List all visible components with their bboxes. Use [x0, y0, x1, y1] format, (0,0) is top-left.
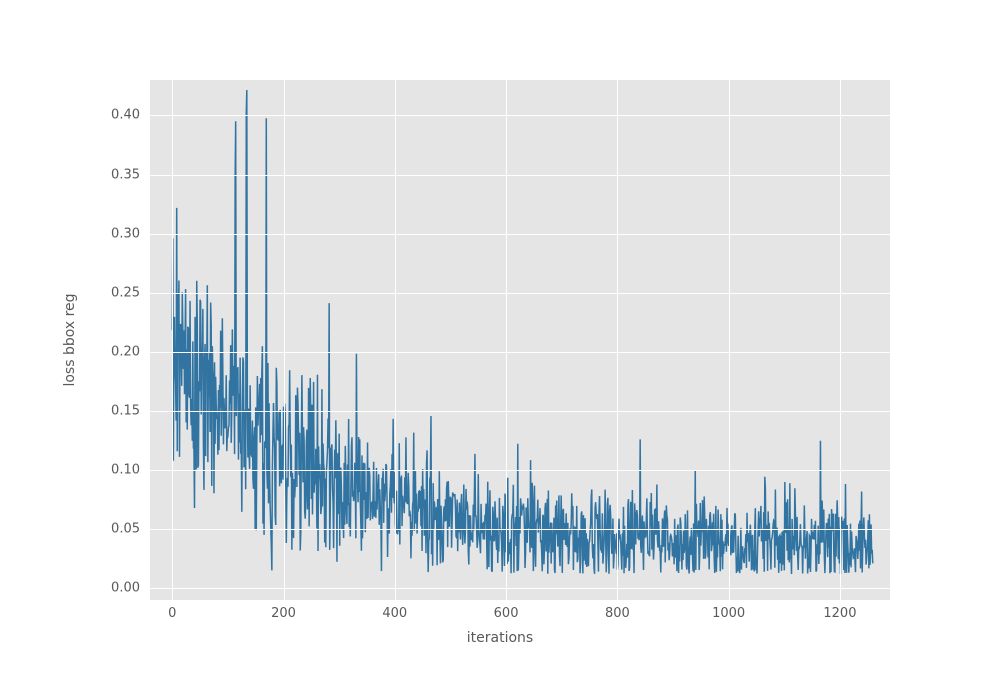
x-tick-label: 1200: [823, 606, 856, 621]
y-tick-label: 0.10: [90, 463, 140, 478]
y-tick-label: 0.35: [90, 167, 140, 182]
grid-line-vertical: [395, 80, 396, 600]
grid-line-horizontal: [150, 411, 890, 412]
grid-line-horizontal: [150, 175, 890, 176]
x-tick-label: 0: [168, 606, 176, 621]
grid-line-vertical: [284, 80, 285, 600]
grid-line-horizontal: [150, 115, 890, 116]
x-axis-label: iterations: [0, 630, 1000, 646]
x-tick-label: 200: [271, 606, 296, 621]
figure: iterations loss bbox reg 0 200 400 600 800 10…: [0, 0, 1000, 700]
grid-line-horizontal: [150, 352, 890, 353]
grid-line-vertical: [617, 80, 618, 600]
plot-svg: [150, 80, 890, 600]
y-tick-label: 0.30: [90, 226, 140, 241]
y-tick-label: 0.25: [90, 285, 140, 300]
grid-line-horizontal: [150, 234, 890, 235]
x-tick-label: 400: [382, 606, 407, 621]
grid-line-vertical: [840, 80, 841, 600]
y-tick-label: 0.20: [90, 344, 140, 359]
x-tick-label: 800: [605, 606, 630, 621]
grid-line-vertical: [172, 80, 173, 600]
grid-line-horizontal: [150, 588, 890, 589]
axes: [150, 80, 890, 600]
x-tick-label: 600: [494, 606, 519, 621]
grid-line-horizontal: [150, 470, 890, 471]
y-tick-label: 0.00: [90, 581, 140, 596]
grid-line-horizontal: [150, 529, 890, 530]
y-tick-label: 0.05: [90, 522, 140, 537]
grid-line-vertical: [729, 80, 730, 600]
grid-line-vertical: [506, 80, 507, 600]
y-tick-label: 0.15: [90, 403, 140, 418]
y-tick-label: 0.40: [90, 108, 140, 123]
grid-line-horizontal: [150, 293, 890, 294]
series-line-loss-bbox-reg: [172, 90, 872, 574]
x-tick-label: 1000: [712, 606, 745, 621]
y-axis-label: loss bbox reg: [62, 293, 78, 386]
